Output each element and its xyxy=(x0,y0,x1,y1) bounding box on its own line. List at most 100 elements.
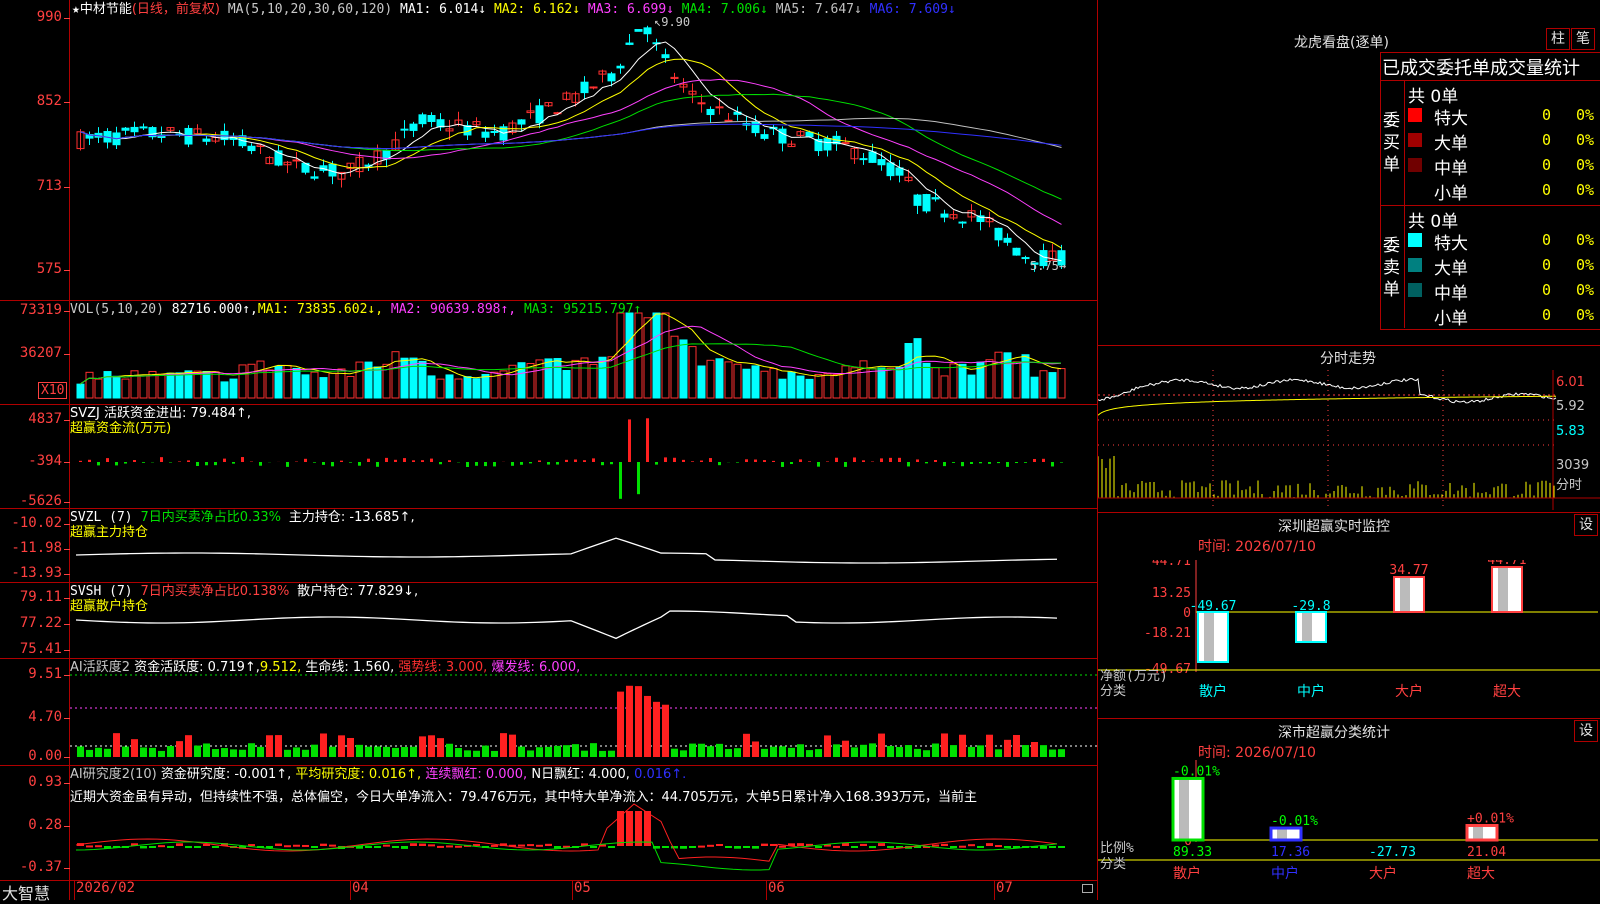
candle-body xyxy=(248,146,255,150)
volume-bar xyxy=(797,376,804,398)
volume-bar xyxy=(815,375,822,398)
activity-bar xyxy=(446,744,453,757)
order-pct: 0% xyxy=(1576,106,1594,124)
order-count: 0 xyxy=(1542,306,1551,324)
volume-bar xyxy=(284,365,291,398)
research-bar xyxy=(779,846,786,848)
svzl-label: SVZL (7) xyxy=(70,510,133,525)
fund-flow-bar xyxy=(493,462,496,466)
activity-bar xyxy=(428,735,435,757)
research-bar xyxy=(743,846,750,848)
fund-flow-bar xyxy=(673,458,676,462)
monitor-bar xyxy=(1296,612,1326,642)
research-bar xyxy=(95,845,102,847)
fund-flow-bar xyxy=(664,457,667,462)
svsh-desc: 7日内买卖净占比0.138% xyxy=(140,584,289,599)
activity-bar xyxy=(986,735,993,757)
y-tick xyxy=(64,524,70,525)
candle-body xyxy=(122,128,129,130)
monitor-axis-label: -18.21 xyxy=(1144,626,1191,641)
stroke-mode-button[interactable]: 笔 xyxy=(1571,28,1595,50)
class-bar xyxy=(1271,828,1301,840)
candle-body xyxy=(941,214,948,217)
activity-bar xyxy=(221,748,228,757)
main-chart-area[interactable]: ★中材节能(日线，前复权) MA(5,10,20,30,60,120) MA1:… xyxy=(0,0,1098,900)
date-tick xyxy=(74,880,75,900)
y-tick xyxy=(64,868,70,869)
divider xyxy=(1098,512,1600,513)
fund-flow-bar xyxy=(862,460,865,462)
research-bar xyxy=(374,846,381,848)
activity-bar xyxy=(842,741,849,757)
volume-bar xyxy=(887,368,894,398)
order-type-label: 大单 xyxy=(1434,254,1468,279)
fund-flow-bar xyxy=(124,462,127,464)
fund-flow-bar xyxy=(682,460,685,462)
research-bar xyxy=(1049,846,1056,848)
research-bar xyxy=(950,846,957,848)
class-ratio-label: 89.33 xyxy=(1173,845,1212,860)
ai-active-title: AI活跃度2 资金活跃度: 0.719↑,9.512, 生命线: 1.560, … xyxy=(70,660,580,675)
volume-bar xyxy=(77,384,84,398)
order-row: 小单00% xyxy=(1408,179,1598,203)
fund-flow-bar xyxy=(592,458,595,462)
volume-bar xyxy=(752,366,759,398)
research-bar xyxy=(851,846,858,848)
fund-flow-bar xyxy=(853,457,856,462)
volume-bar xyxy=(734,364,741,398)
monitor-bar-shade xyxy=(1302,612,1312,642)
fund-flow-bar xyxy=(628,419,631,462)
research-bar xyxy=(149,846,156,848)
order-type-label: 小单 xyxy=(1434,179,1468,204)
fund-flow-bar xyxy=(340,461,343,462)
fund-flow-bar xyxy=(430,459,433,462)
order-color-swatch xyxy=(1408,233,1422,247)
sz-class-chart: 7550250-0.01%89.33散户-0.01%17.36中户-27.73大… xyxy=(1098,760,1600,900)
kline-chart[interactable]: ↖9.905.75→ xyxy=(0,0,1098,900)
y-tick xyxy=(64,650,70,651)
intraday-axis-label: 5.92 xyxy=(1556,399,1585,414)
activity-bar xyxy=(203,743,210,757)
volume-bar xyxy=(626,313,633,398)
volume-bar xyxy=(365,362,372,398)
svzl-desc: 7日内买卖净占比0.33% xyxy=(140,510,281,525)
activity-bar xyxy=(1004,740,1011,757)
order-pct: 0% xyxy=(1576,156,1594,174)
fund-flow-bar xyxy=(646,418,649,462)
ai-active-v4: 强势线: 3.000, xyxy=(398,660,487,675)
volume-bar xyxy=(761,371,768,398)
volume-bar xyxy=(842,366,849,398)
fund-flow-bar xyxy=(754,460,757,462)
research-bar xyxy=(194,846,201,848)
volume-bar xyxy=(968,375,975,398)
fund-flow-bar xyxy=(538,460,541,462)
fund-flow-bar xyxy=(763,460,766,462)
monitor-category-label: 超大 xyxy=(1493,684,1521,700)
sz-monitor-time: 时间: 2026/07/10 xyxy=(1198,536,1316,556)
volume-bar xyxy=(329,373,336,398)
activity-bar xyxy=(1049,750,1056,757)
research-bar xyxy=(428,844,435,846)
class-category-label: 超大 xyxy=(1467,866,1495,882)
volume-bar xyxy=(230,379,237,398)
activity-bar xyxy=(140,748,147,757)
activity-bar xyxy=(365,747,372,757)
y-axis-label: 75.41 xyxy=(20,641,62,657)
lock-icon[interactable] xyxy=(1082,884,1093,893)
order-type-label: 大单 xyxy=(1434,129,1468,154)
fund-flow-bar xyxy=(79,461,82,462)
activity-bar xyxy=(536,747,543,757)
activity-bar xyxy=(401,747,408,757)
sz-monitor-settings-button[interactable]: 设 xyxy=(1574,514,1598,536)
sz-class-settings-button[interactable]: 设 xyxy=(1574,720,1598,742)
activity-bar xyxy=(788,748,795,757)
order-type-label: 特大 xyxy=(1434,104,1468,129)
retail-holding-line xyxy=(76,611,1057,638)
intraday-chart[interactable] xyxy=(1098,370,1600,510)
divider xyxy=(1404,80,1405,328)
stats-header: 已成交委托单成交量统计 xyxy=(1382,54,1600,80)
activity-bar xyxy=(293,747,300,757)
activity-bar xyxy=(122,747,129,757)
bar-mode-button[interactable]: 柱 xyxy=(1546,28,1570,50)
fund-flow-bar xyxy=(790,462,793,464)
